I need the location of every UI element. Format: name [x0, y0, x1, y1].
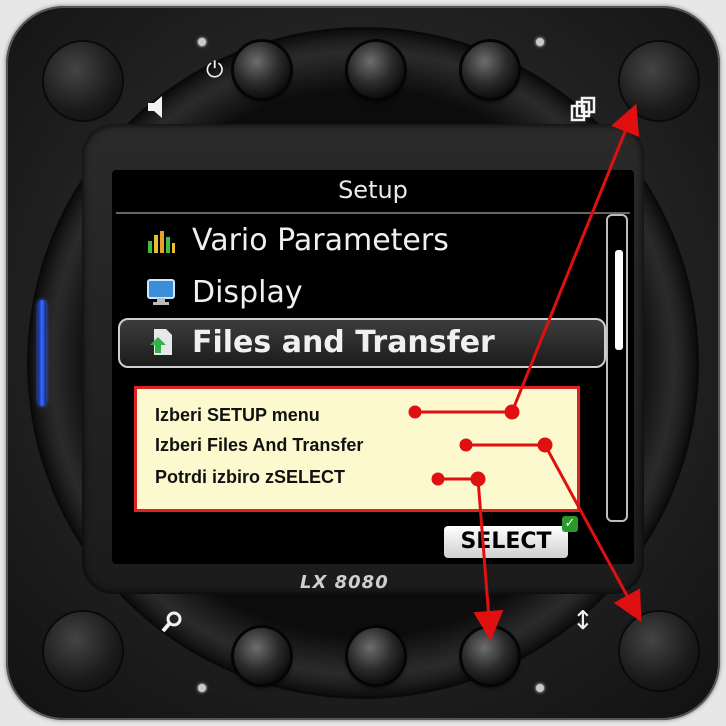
vario-bars-icon: [146, 225, 176, 255]
menu-item-label: Display: [192, 274, 303, 310]
power-icon: ⏻: [206, 58, 224, 83]
select-softkey[interactable]: SELECT: [444, 526, 568, 558]
files-transfer-icon: [146, 327, 176, 357]
menu-item-label: Vario Parameters: [192, 222, 449, 258]
blue-led-strip: [38, 300, 46, 406]
bottom-button-2[interactable]: [348, 628, 404, 684]
magnifier-icon: [160, 610, 184, 639]
pages-icon: [570, 96, 596, 127]
callout-line-2: Izberi Files And Transfer: [155, 435, 364, 455]
check-icon: ✓: [562, 516, 578, 532]
menu-item-label: Files and Transfer: [192, 324, 495, 360]
top-button-3[interactable]: [462, 42, 518, 98]
callout-line-1: Izberi SETUP menu: [155, 405, 320, 425]
top-button-1[interactable]: [234, 42, 290, 98]
indicator-dot: [536, 684, 544, 692]
screen-title: Setup: [338, 176, 408, 204]
bottom-button-select[interactable]: [462, 628, 518, 684]
corner-knob-top-right[interactable]: [620, 42, 698, 120]
indicator-dot: [198, 684, 206, 692]
top-button-2[interactable]: [348, 42, 404, 98]
corner-knob-bottom-right[interactable]: [620, 612, 698, 690]
monitor-icon: [146, 277, 176, 307]
speaker-icon: [146, 94, 168, 125]
instruction-callout: Izberi SETUP menu Izberi Files And Trans…: [134, 386, 580, 512]
brand-logo: LX 8080: [300, 572, 389, 593]
menu-item-files-and-transfer[interactable]: Files and Transfer: [146, 322, 495, 362]
corner-knob-bottom-left[interactable]: [44, 612, 122, 690]
corner-knob-top-left[interactable]: [44, 42, 122, 120]
menu-item-display[interactable]: Display: [146, 272, 303, 312]
bottom-button-1[interactable]: [234, 628, 290, 684]
indicator-dot: [536, 38, 544, 46]
callout-line-3: Potrdi izbiro zSELECT: [155, 467, 346, 487]
scrollbar-thumb[interactable]: [615, 250, 623, 350]
menu-item-vario-parameters[interactable]: Vario Parameters: [146, 220, 449, 260]
indicator-dot: [198, 38, 206, 46]
up-down-arrow-icon: ↕: [572, 606, 594, 636]
title-divider: [116, 212, 630, 214]
